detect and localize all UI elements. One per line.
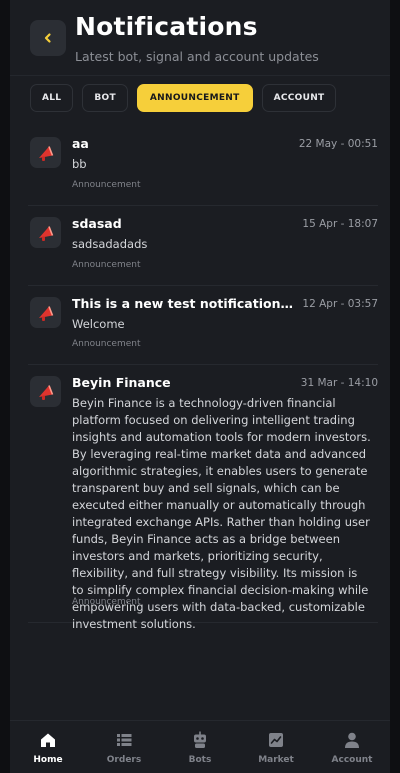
notification-title: Beyin Finance: [72, 375, 171, 390]
notification-item[interactable]: sdasad 15 Apr - 18:07 sadsadadads Announ…: [28, 206, 378, 286]
home-icon: [39, 731, 57, 749]
nav-home[interactable]: Home: [10, 721, 86, 773]
notification-body: bb: [72, 157, 87, 171]
notifications-screen: Notifications Latest bot, signal and acc…: [10, 0, 390, 773]
filter-all[interactable]: ALL: [30, 84, 74, 112]
list-icon: [115, 731, 133, 749]
chart-icon: [267, 731, 285, 749]
filter-bot[interactable]: BOT: [82, 84, 128, 112]
notification-item[interactable]: aa 22 May - 00:51 bb Announcement: [28, 126, 378, 206]
notification-list: aa 22 May - 00:51 bb Announcement sdasad…: [28, 126, 378, 631]
notification-tag: Announcement: [72, 260, 141, 270]
notification-item[interactable]: This is a new test notification! Click..…: [28, 286, 378, 365]
robot-icon: [191, 731, 209, 749]
notification-time: 31 Mar - 14:10: [300, 377, 378, 389]
nav-orders[interactable]: Orders: [86, 721, 162, 773]
nav-bots-label: Bots: [188, 755, 212, 765]
notification-time: 12 Apr - 03:57: [302, 298, 378, 310]
megaphone-icon: [30, 297, 61, 328]
notification-body: Welcome: [72, 317, 125, 331]
notification-title: sdasad: [72, 216, 122, 231]
notification-tag: Announcement: [72, 180, 141, 190]
notification-item[interactable]: Beyin Finance 31 Mar - 14:10 Beyin Finan…: [28, 365, 378, 631]
user-icon: [343, 731, 361, 749]
notification-body: sadsadadads: [72, 237, 148, 251]
megaphone-icon: [30, 137, 61, 168]
back-button[interactable]: [30, 20, 66, 56]
chevron-left-icon: [42, 29, 54, 48]
filter-tabs: ALL BOT ANNOUNCEMENT ACCOUNT: [30, 84, 337, 112]
page-header: Notifications Latest bot, signal and acc…: [10, 0, 390, 76]
nav-orders-label: Orders: [106, 755, 142, 765]
filter-announcement[interactable]: ANNOUNCEMENT: [136, 84, 253, 112]
notification-tag: Announcement: [72, 597, 141, 607]
notification-time: 22 May - 00:51: [298, 138, 378, 150]
nav-market-label: Market: [258, 755, 294, 765]
megaphone-icon: [30, 217, 61, 248]
notification-tag: Announcement: [72, 339, 141, 349]
nav-account[interactable]: Account: [314, 721, 390, 773]
notification-title: This is a new test notification! Click..…: [72, 296, 297, 311]
page-title: Notifications: [75, 12, 258, 41]
nav-market[interactable]: Market: [238, 721, 314, 773]
megaphone-icon: [30, 376, 61, 407]
bottom-navigation: Home Orders Bots Market Account: [10, 720, 390, 773]
filter-account[interactable]: ACCOUNT: [261, 84, 337, 112]
nav-account-label: Account: [331, 755, 373, 765]
nav-home-label: Home: [33, 755, 63, 765]
notification-title: aa: [72, 136, 89, 151]
notification-time: 15 Apr - 18:07: [302, 218, 378, 230]
nav-bots[interactable]: Bots: [162, 721, 238, 773]
page-subtitle: Latest bot, signal and account updates: [75, 49, 319, 64]
